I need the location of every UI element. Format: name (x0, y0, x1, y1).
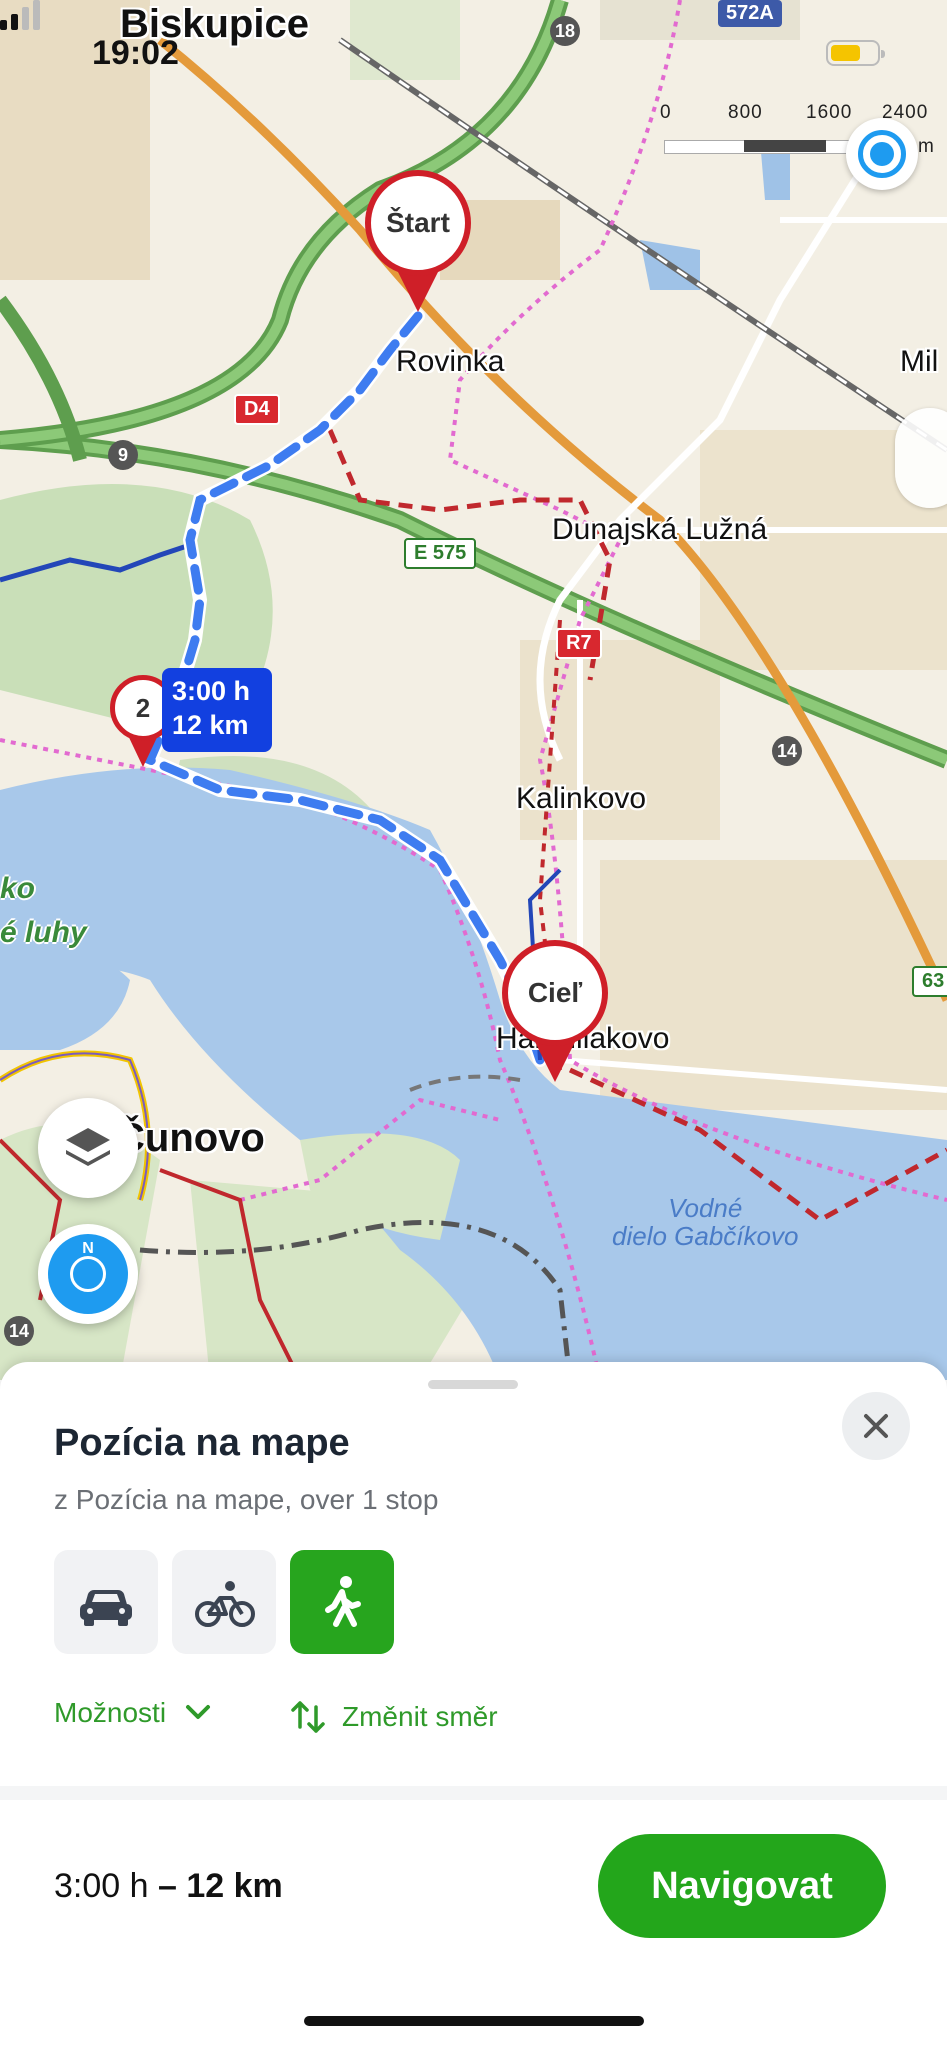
map-view[interactable]: Biskupice Rovinka Mil Dunajská Lužná Kal… (0, 0, 947, 1380)
route-summary: 3:00 h – 12 km (54, 1867, 283, 1906)
layers-button[interactable] (38, 1098, 138, 1198)
options-link[interactable]: Možnosti (54, 1697, 220, 1729)
map-label-rovinka: Rovinka (396, 345, 505, 378)
close-icon (864, 1414, 888, 1438)
options-label: Možnosti (54, 1697, 167, 1728)
side-panel-handle[interactable] (895, 408, 947, 508)
scale-unit: m (918, 136, 935, 157)
map-label-kalinkovo: Kalinkovo (516, 782, 647, 815)
home-indicator[interactable] (304, 2016, 644, 2026)
route-tag-time: 3:00 h (172, 676, 251, 706)
road-badge-14-left: 14 (4, 1316, 34, 1346)
route-sheet: Pozícia na mape z Pozícia na mape, over … (0, 1362, 947, 2048)
road-badge-9: 9 (108, 440, 138, 470)
reverse-direction-link[interactable]: Změnit směr (288, 1697, 498, 1737)
compass-button[interactable]: N (38, 1224, 138, 1324)
mode-car-button[interactable] (54, 1550, 158, 1654)
pin-destination[interactable]: Cieľ (502, 940, 608, 1082)
scale-label-800: 800 (728, 102, 763, 123)
map-label-luhy: é luhy (0, 916, 87, 949)
chevron-down-icon (186, 1705, 211, 1719)
road-badge-e575: E 575 (404, 538, 477, 569)
car-icon (80, 1590, 132, 1626)
navigate-button[interactable]: Navigovat (598, 1834, 886, 1938)
reverse-label: Změnit směr (342, 1701, 498, 1732)
summary-distance: 12 km (186, 1867, 283, 1905)
road-badge-14: 14 (772, 736, 802, 766)
map-label-ko: ko (0, 872, 36, 905)
status-time: 19:02 (92, 34, 179, 72)
pin-destination-label: Cieľ (502, 940, 608, 1046)
mode-bike-button[interactable] (172, 1550, 276, 1654)
signal-icon (0, 0, 40, 30)
layers-icon (66, 1128, 110, 1166)
summary-separator: – (148, 1867, 187, 1905)
road-badge-18: 18 (550, 16, 580, 46)
my-location-button[interactable] (846, 118, 918, 190)
road-badge-r7: R7 (556, 628, 602, 659)
road-badge-63: 63 (912, 966, 947, 997)
route-tag-distance: 12 km (172, 710, 249, 740)
scale-label-1600: 1600 (806, 102, 853, 123)
swap-direction-icon (291, 1701, 325, 1733)
scale-label-0: 0 (660, 102, 672, 123)
route-subtitle: z Pozícia na mape, over 1 stop (54, 1484, 439, 1515)
route-title: Pozícia na mape (54, 1422, 350, 1464)
map-label-dunajska-luzna: Dunajská Lužná (552, 513, 768, 546)
mode-walk-button[interactable] (290, 1550, 394, 1654)
route-info-tag[interactable]: 3:00 h 12 km (162, 668, 272, 752)
close-button[interactable] (842, 1392, 910, 1460)
map-label-mil: Mil (900, 345, 939, 378)
sheet-grabber[interactable] (428, 1380, 518, 1389)
map-label-vodne-dielo: Vodné dielo Gabčíkovo (612, 1193, 799, 1251)
sheet-divider (0, 1786, 947, 1800)
map-label-cunovo: Čunovo (116, 1116, 265, 1160)
pin-start-label: Štart (365, 170, 471, 276)
road-badge-d4: D4 (234, 394, 280, 425)
summary-time: 3:00 h (54, 1867, 149, 1905)
road-badge-572a: 572A (718, 0, 782, 27)
bike-icon (195, 1581, 255, 1627)
battery-icon (826, 40, 885, 66)
walk-icon (325, 1576, 361, 1627)
pin-start[interactable]: Štart (365, 170, 471, 312)
compass-icon: N (48, 1234, 128, 1314)
